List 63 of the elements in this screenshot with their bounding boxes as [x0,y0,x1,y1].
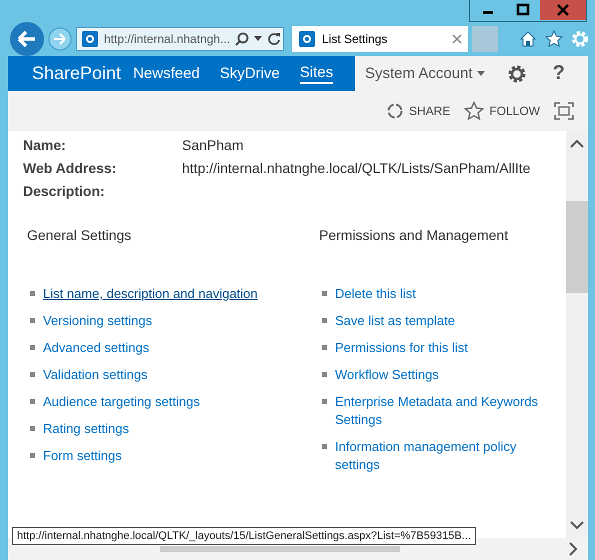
bullet-icon [30,291,35,296]
section-heading: General Settings [27,227,132,243]
browser-tab[interactable]: List Settings [292,26,468,52]
settings-link[interactable]: Validation settings [43,366,148,384]
settings-link[interactable]: Information management policy settings [335,438,559,474]
chevron-right-icon[interactable] [568,542,578,556]
settings-link[interactable]: Versioning settings [43,312,152,330]
settings-link[interactable]: Permissions for this list [335,339,468,357]
share-icon [386,102,404,120]
property-value: SanPham [182,137,244,153]
property-label: Name: [23,137,67,153]
bullet-icon [322,291,327,296]
bullet-icon [322,399,327,404]
settings-icon[interactable] [506,64,527,84]
bullet-icon [322,345,327,350]
settings-link[interactable]: Save list as template [335,312,455,330]
nav-link[interactable]: SkyDrive [220,64,280,82]
focus-icon[interactable] [554,102,574,120]
chevron-down-icon[interactable] [570,520,584,530]
bullet-icon [322,318,327,323]
star-icon[interactable] [545,30,563,48]
section-heading: Permissions and Management [319,227,510,243]
help-button[interactable]: ? [552,62,565,85]
close-icon[interactable] [452,34,462,44]
property-label: Description: [23,183,106,199]
settings-link[interactable]: Enterprise Metadata and Keywords Settings [335,393,559,429]
address-field[interactable]: http://internal.nhatngh... [76,27,284,51]
bullet-icon [30,345,35,350]
scroll-thumb[interactable] [160,546,400,552]
home-icon[interactable] [519,30,537,48]
search-icon [235,32,250,46]
settings-link[interactable]: Advanced settings [43,339,150,357]
scroll-thumb[interactable] [566,201,588,293]
property-value: http://internal.nhatnghe.local/QLTK/Lists/SanPham/AllIte [182,160,532,176]
settings-link[interactable]: Form settings [43,447,122,465]
settings-link[interactable]: Audience targeting settings [43,393,200,411]
action-button[interactable]: FOLLOW [464,101,540,121]
settings-link[interactable]: Rating settings [43,420,129,438]
brand-title[interactable]: SharePoint [32,63,122,84]
refresh-icon [267,32,282,46]
nav-link[interactable]: Newsfeed [133,64,200,82]
property-label: Web Address: [23,160,118,176]
back-icon[interactable] [10,22,44,56]
settings-link[interactable]: Workflow Settings [335,366,439,384]
bullet-icon [30,453,35,458]
star-icon [464,101,484,121]
bullet-icon [30,372,35,377]
bullet-icon [322,372,327,377]
forward-icon[interactable] [48,27,72,51]
settings-link[interactable]: List name, description and navigation [43,285,258,303]
caret-icon [476,71,485,76]
nav-link[interactable]: Sites [300,64,334,84]
bullet-icon [30,426,35,431]
close-icon[interactable] [540,0,586,20]
chevron-up-icon[interactable] [570,139,584,149]
caret-icon [254,36,262,42]
settings-link[interactable]: Delete this list [335,285,416,303]
bullet-icon [322,444,327,449]
status-tooltip: http://internal.nhatnghe.local/QLTK/_layouts/15/ListGeneralSettings.aspx?List=%7B59315B... [12,527,476,545]
account-menu[interactable]: System Account [365,65,485,82]
action-button[interactable]: SHARE [386,102,450,120]
bullet-icon [30,318,35,323]
bullet-icon [30,399,35,404]
